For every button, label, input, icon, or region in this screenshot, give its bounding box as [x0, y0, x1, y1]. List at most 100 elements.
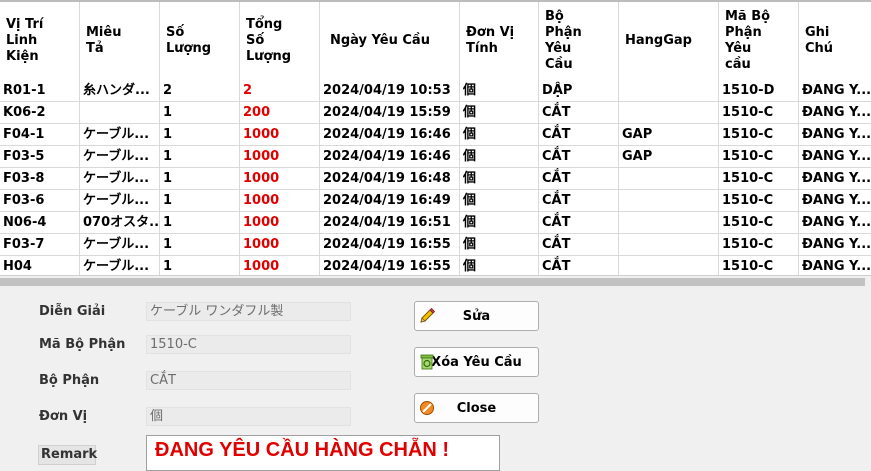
description-field[interactable]: ケーブル ワンダフル製 [146, 302, 351, 321]
cell-department-code: 1510-C [719, 168, 799, 189]
cell-position: F03-8 [0, 168, 80, 189]
col-header-description[interactable]: Miêu Tả [80, 2, 160, 80]
unit-field[interactable]: 個 [146, 407, 351, 426]
col-header-hanggap[interactable]: HangGap [619, 2, 719, 80]
cell-quantity: 2 [160, 80, 240, 101]
col-header-request-date[interactable]: Ngày Yêu Cầu [320, 2, 460, 80]
cell-position: F03-5 [0, 146, 80, 167]
close-button[interactable]: Close [414, 393, 539, 423]
cell-quantity: 1 [160, 102, 240, 123]
pencil-icon [418, 307, 436, 325]
cell-department: CẮT [539, 256, 619, 275]
cell-description: ケーブル... [80, 124, 160, 145]
department-field[interactable]: CẮT [146, 371, 351, 390]
cell-description: ケーブル... [80, 168, 160, 189]
table-row[interactable]: F04-1 ケーブル... 1 1000 2024/04/19 16:46 個 … [0, 124, 871, 146]
col-header-note[interactable]: Ghi Chú [799, 2, 871, 80]
cell-unit: 個 [460, 124, 539, 145]
cell-hanggap [619, 234, 719, 255]
cell-quantity: 1 [160, 212, 240, 233]
remark-field[interactable]: ĐANG YÊU CẦU HÀNG CHẴN ! [146, 435, 500, 471]
cell-department: CẮT [539, 146, 619, 167]
edit-button[interactable]: Sửa [414, 301, 539, 331]
table-row[interactable]: K06-2 1 200 2024/04/19 15:59 個 CẮT 1510-… [0, 102, 871, 124]
cell-department-code: 1510-C [719, 146, 799, 167]
cell-quantity: 1 [160, 256, 240, 275]
cell-request-date: 2024/04/19 10:53 [320, 80, 460, 101]
cell-hanggap [619, 168, 719, 189]
cell-position: N06-4 [0, 212, 80, 233]
department-label: Bộ Phận [39, 373, 100, 388]
cell-position: H04 [0, 256, 80, 275]
table-row[interactable]: N06-4 070オスタ... 1 1000 2024/04/19 16:51 … [0, 212, 871, 234]
cell-department-code: 1510-C [719, 212, 799, 233]
delete-request-label: Xóa Yêu Cầu [431, 354, 522, 370]
table-row[interactable]: H04 ケーブル... 1 1000 2024/04/19 16:55 個 CẮ… [0, 256, 871, 275]
cell-total-quantity: 1000 [240, 168, 320, 189]
cell-description: ケーブル... [80, 256, 160, 275]
col-header-quantity[interactable]: Số Lượng [160, 2, 240, 80]
cell-hanggap [619, 256, 719, 275]
cell-description: ケーブル... [80, 190, 160, 211]
col-header-position[interactable]: Vị Trí Linh Kiện [0, 2, 80, 80]
cell-request-date: 2024/04/19 15:59 [320, 102, 460, 123]
col-header-unit[interactable]: Đơn Vị Tính [460, 2, 539, 80]
remark-label: Remark [38, 445, 97, 465]
cell-note: ĐANG Y... [802, 193, 871, 208]
table-row[interactable]: F03-5 ケーブル... 1 1000 2024/04/19 16:46 個 … [0, 146, 871, 168]
cell-description: 糸ハンダ... [80, 80, 160, 101]
cell-note: ĐANG Y... [802, 259, 871, 274]
delete-request-button[interactable]: Xóa Yêu Cầu [414, 347, 539, 377]
cell-unit: 個 [460, 80, 539, 101]
cell-quantity: 1 [160, 124, 240, 145]
cell-note: ĐANG Y... [802, 215, 871, 230]
cell-position: F03-6 [0, 190, 80, 211]
cell-hanggap [619, 212, 719, 233]
cell-hanggap: GAP [619, 124, 719, 145]
cell-note: ĐANG Y... [802, 149, 871, 164]
cell-request-date: 2024/04/19 16:49 [320, 190, 460, 211]
table-row[interactable]: F03-8 ケーブル... 1 1000 2024/04/19 16:48 個 … [0, 168, 871, 190]
scrollbar-thumb[interactable] [0, 278, 865, 286]
cell-total-quantity: 2 [240, 80, 320, 101]
cell-description: ケーブル... [80, 234, 160, 255]
cell-unit: 個 [460, 234, 539, 255]
cell-department: CẮT [539, 102, 619, 123]
cell-note: ĐANG Y... [802, 237, 871, 252]
col-header-total-quantity[interactable]: Tổng Số Lượng [240, 2, 320, 80]
cell-unit: 個 [460, 146, 539, 167]
cell-hanggap [619, 80, 719, 101]
col-header-department-code[interactable]: Mã Bộ Phận Yêu cầu [719, 2, 799, 80]
department-code-field[interactable]: 1510-C [146, 335, 351, 354]
cell-position: K06-2 [0, 102, 80, 123]
table-row[interactable]: F03-7 ケーブル... 1 1000 2024/04/19 16:55 個 … [0, 234, 871, 256]
cell-request-date: 2024/04/19 16:46 [320, 146, 460, 167]
table-row[interactable]: F03-6 ケーブル... 1 1000 2024/04/19 16:49 個 … [0, 190, 871, 212]
cell-quantity: 1 [160, 146, 240, 167]
cell-department-code: 1510-D [719, 80, 799, 101]
edit-button-label: Sửa [462, 308, 491, 324]
detail-panel: Diễn Giải ケーブル ワンダフル製 Mã Bộ Phận 1510-C … [0, 290, 871, 471]
cell-position: R01-1 [0, 80, 80, 101]
cell-department-code: 1510-C [719, 234, 799, 255]
cell-quantity: 1 [160, 168, 240, 189]
cell-total-quantity: 200 [240, 102, 320, 123]
table-row[interactable]: R01-1 糸ハンダ... 2 2 2024/04/19 10:53 個 DẬP… [0, 80, 871, 102]
cell-request-date: 2024/04/19 16:55 [320, 256, 460, 275]
close-button-label: Close [456, 400, 497, 416]
cell-request-date: 2024/04/19 16:55 [320, 234, 460, 255]
cell-department-code: 1510-C [719, 256, 799, 275]
cell-unit: 個 [460, 256, 539, 275]
request-grid[interactable]: Vị Trí Linh Kiện Miêu Tả Số Lượng Tổng S… [0, 0, 871, 275]
description-label: Diễn Giải [39, 304, 106, 319]
cell-department-code: 1510-C [719, 124, 799, 145]
cell-total-quantity: 1000 [240, 256, 320, 275]
cell-department: CẮT [539, 234, 619, 255]
horizontal-scrollbar[interactable] [0, 275, 871, 290]
cell-department: CẮT [539, 212, 619, 233]
cell-description: 070オスタ... [80, 212, 160, 233]
cell-note: ĐANG Y... [802, 105, 871, 120]
cell-unit: 個 [460, 190, 539, 211]
col-header-department[interactable]: Bộ Phận Yêu Cầu [539, 2, 619, 80]
cell-department-code: 1510-C [719, 102, 799, 123]
